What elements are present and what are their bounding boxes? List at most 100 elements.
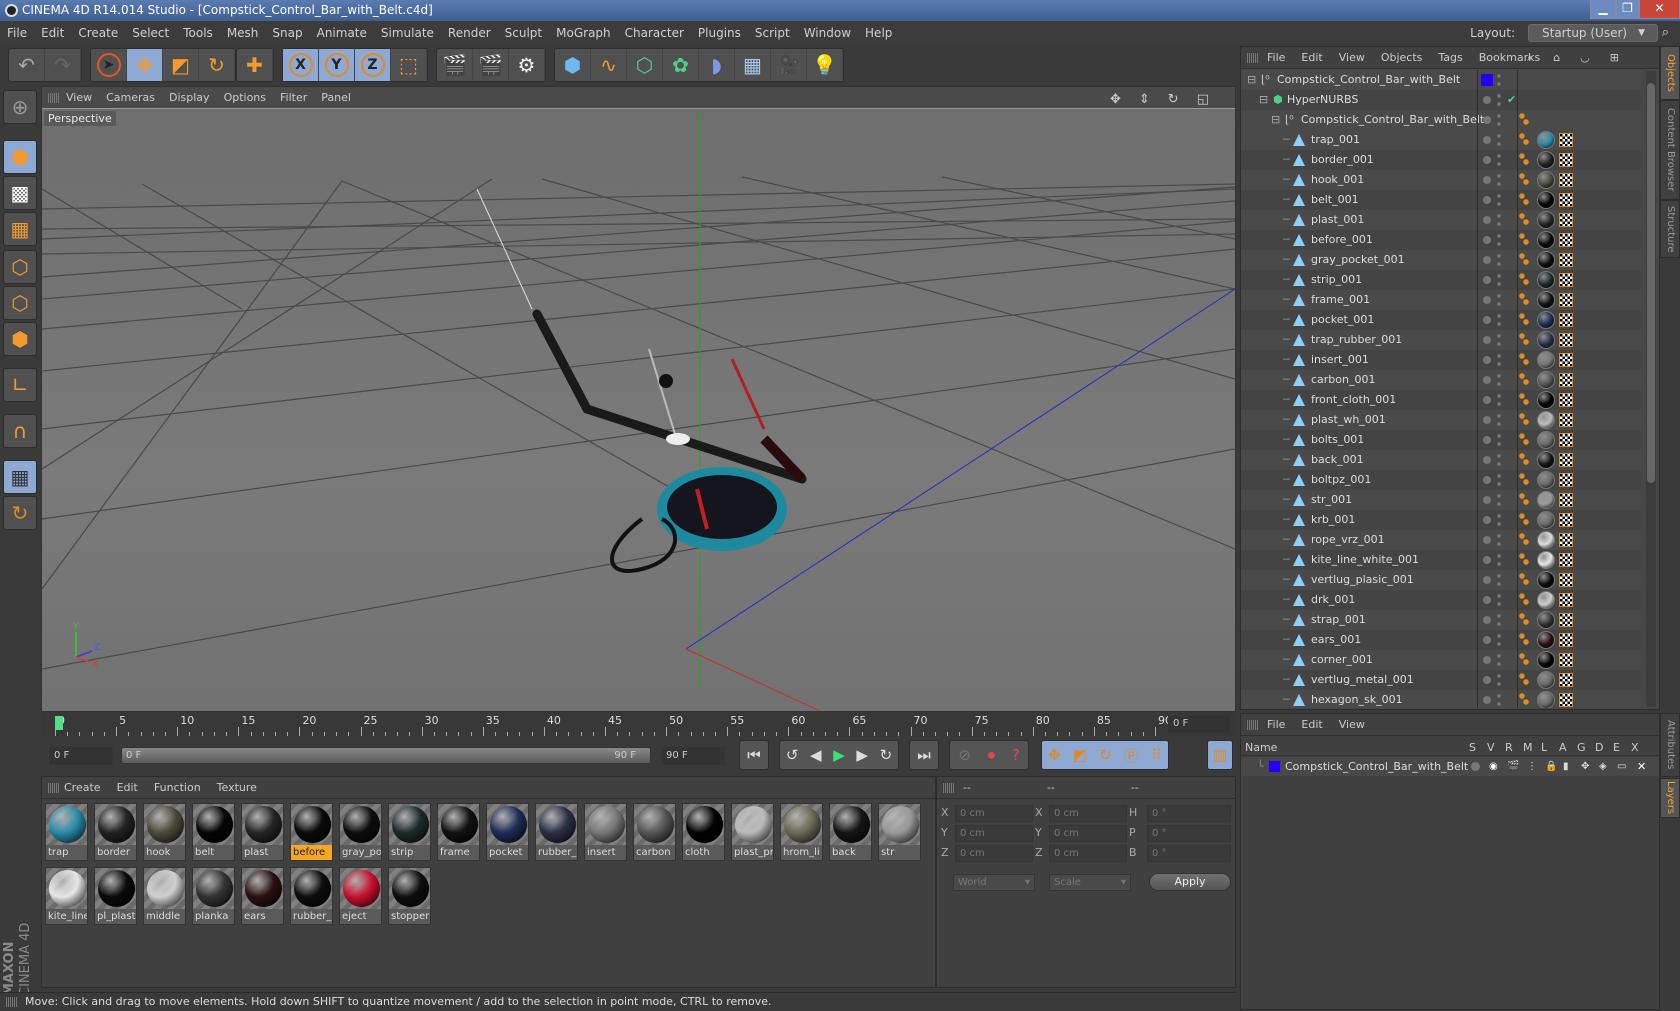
- material-tag-icon[interactable]: [1537, 151, 1555, 169]
- next-frame-icon[interactable]: ▶: [856, 746, 868, 764]
- object-row-hypernurbs[interactable]: ⊟ ⬢ HyperNURBS ✔: [1241, 90, 1641, 110]
- object-row[interactable]: ─ front_cloth_001: [1241, 390, 1641, 410]
- visibility-dot[interactable]: [1483, 376, 1491, 384]
- menu-sculpt[interactable]: Sculpt: [498, 21, 549, 45]
- lock-toggle-icon[interactable]: 🔒: [1545, 757, 1557, 776]
- object-row[interactable]: ─ trap_001: [1241, 130, 1641, 150]
- menu-simulate[interactable]: Simulate: [374, 21, 441, 45]
- uvw-tag-icon[interactable]: [1559, 293, 1573, 307]
- menu-window[interactable]: Window: [797, 21, 858, 45]
- visibility-dots[interactable]: [1497, 573, 1501, 587]
- phong-tag-icon[interactable]: [1519, 433, 1529, 445]
- object-row[interactable]: ─ vertlug_plasic_001: [1241, 570, 1641, 590]
- uvw-tag-icon[interactable]: [1559, 133, 1573, 147]
- layer-menu-edit[interactable]: Edit: [1301, 718, 1322, 731]
- object-row[interactable]: ─ pocket_001: [1241, 310, 1641, 330]
- material-tag-icon[interactable]: [1537, 551, 1555, 569]
- visibility-dot[interactable]: [1483, 696, 1491, 704]
- material-menu-edit[interactable]: Edit: [117, 781, 138, 794]
- object-row[interactable]: ─ corner_001: [1241, 650, 1641, 670]
- object-row[interactable]: ─ plast_wh_001: [1241, 410, 1641, 430]
- visibility-dots[interactable]: [1497, 333, 1501, 347]
- material-tag-icon[interactable]: [1537, 331, 1555, 349]
- visibility-dot[interactable]: [1483, 556, 1491, 564]
- phong-tag-icon[interactable]: [1519, 153, 1529, 165]
- object-row-root[interactable]: ⊟ ⌊⁰ Compstick_Control_Bar_with_Belt: [1241, 70, 1641, 90]
- material-tag-icon[interactable]: [1537, 491, 1555, 509]
- z-axis-lock-icon[interactable]: Z: [355, 49, 391, 81]
- uvw-tag-icon[interactable]: [1559, 153, 1573, 167]
- visibility-dots[interactable]: [1497, 613, 1501, 627]
- visibility-dot[interactable]: [1483, 356, 1491, 364]
- visibility-dots[interactable]: [1497, 653, 1501, 667]
- layer-column-header[interactable]: A: [1559, 739, 1567, 756]
- keyframe-help-icon[interactable]: ?: [1012, 746, 1020, 764]
- panel-grip[interactable]: [943, 783, 955, 793]
- material-item[interactable]: trap: [45, 803, 88, 861]
- object-menu-view[interactable]: View: [1339, 51, 1365, 64]
- layer-menu-view[interactable]: View: [1339, 718, 1365, 731]
- phong-tag-icon[interactable]: [1519, 493, 1529, 505]
- material-item[interactable]: plast_pr: [731, 803, 774, 861]
- animation-toggle-icon[interactable]: ▮: [1563, 757, 1569, 776]
- object-row[interactable]: ─ krb_001: [1241, 510, 1641, 530]
- material-tag-icon[interactable]: [1537, 171, 1555, 189]
- planar-workplane-icon[interactable]: ↻: [3, 496, 37, 530]
- material-tag-icon[interactable]: [1537, 651, 1555, 669]
- phong-tag-icon[interactable]: [1519, 513, 1529, 525]
- layer-color-swatch[interactable]: [1481, 74, 1493, 86]
- points-mode-icon[interactable]: ⬡: [3, 250, 37, 284]
- material-menu-create[interactable]: Create: [64, 781, 101, 794]
- redo-icon[interactable]: ↷: [45, 49, 81, 81]
- phong-tag-icon[interactable]: [1519, 573, 1529, 585]
- uvw-tag-icon[interactable]: [1559, 553, 1573, 567]
- material-tag-icon[interactable]: [1537, 131, 1555, 149]
- orbit-icon[interactable]: ↻: [1168, 92, 1183, 107]
- material-item[interactable]: stopper: [388, 867, 431, 925]
- layer-column-header[interactable]: L: [1541, 739, 1547, 756]
- object-menu-tags[interactable]: Tags: [1438, 51, 1462, 64]
- layer-color-swatch[interactable]: [1269, 761, 1280, 772]
- material-tag-icon[interactable]: [1537, 471, 1555, 489]
- menu-create[interactable]: Create: [71, 21, 125, 45]
- visibility-dot[interactable]: [1483, 576, 1491, 584]
- material-tag-icon[interactable]: [1537, 431, 1555, 449]
- material-item[interactable]: kite_line: [45, 867, 88, 925]
- object-row[interactable]: ─ before_001: [1241, 230, 1641, 250]
- home-icon[interactable]: ⌂: [1553, 51, 1564, 64]
- key-parameter-icon[interactable]: Ⓟ: [1124, 745, 1139, 766]
- visibility-dot[interactable]: [1483, 436, 1491, 444]
- object-row[interactable]: ─ carbon_001: [1241, 370, 1641, 390]
- layer-column-header[interactable]: V: [1487, 739, 1495, 756]
- menu-file[interactable]: File: [0, 21, 34, 45]
- panel-grip[interactable]: [48, 93, 60, 103]
- material-item[interactable]: cloth: [682, 803, 725, 861]
- object-menu-objects[interactable]: Objects: [1381, 51, 1423, 64]
- visibility-dot[interactable]: [1483, 416, 1491, 424]
- visibility-dots[interactable]: [1497, 193, 1501, 207]
- visibility-dots[interactable]: [1497, 73, 1501, 87]
- coord-field[interactable]: 0 °: [1147, 805, 1231, 822]
- layer-column-header[interactable]: Name: [1245, 739, 1277, 756]
- layer-column-header[interactable]: D: [1595, 739, 1603, 756]
- collapse-icon[interactable]: ⊟: [1247, 70, 1256, 90]
- material-tag-icon[interactable]: [1537, 571, 1555, 589]
- layer-column-header[interactable]: M: [1523, 739, 1533, 756]
- menu-edit[interactable]: Edit: [34, 21, 71, 45]
- x-axis-lock-icon[interactable]: X: [283, 49, 319, 81]
- phong-tag-icon[interactable]: [1519, 533, 1529, 545]
- material-item[interactable]: middle: [143, 867, 186, 925]
- menu-select[interactable]: Select: [125, 21, 176, 45]
- panel-grip[interactable]: [1247, 53, 1259, 63]
- visibility-dots[interactable]: [1497, 513, 1501, 527]
- material-tag-icon[interactable]: [1537, 591, 1555, 609]
- visibility-dots[interactable]: [1497, 633, 1501, 647]
- visibility-dot[interactable]: [1483, 336, 1491, 344]
- uvw-tag-icon[interactable]: [1559, 473, 1573, 487]
- menu-script[interactable]: Script: [748, 21, 797, 45]
- visibility-dot[interactable]: [1483, 456, 1491, 464]
- phong-tag-icon[interactable]: [1519, 653, 1529, 665]
- material-tag-icon[interactable]: [1537, 351, 1555, 369]
- visibility-dots[interactable]: [1497, 313, 1501, 327]
- uvw-tag-icon[interactable]: [1559, 453, 1573, 467]
